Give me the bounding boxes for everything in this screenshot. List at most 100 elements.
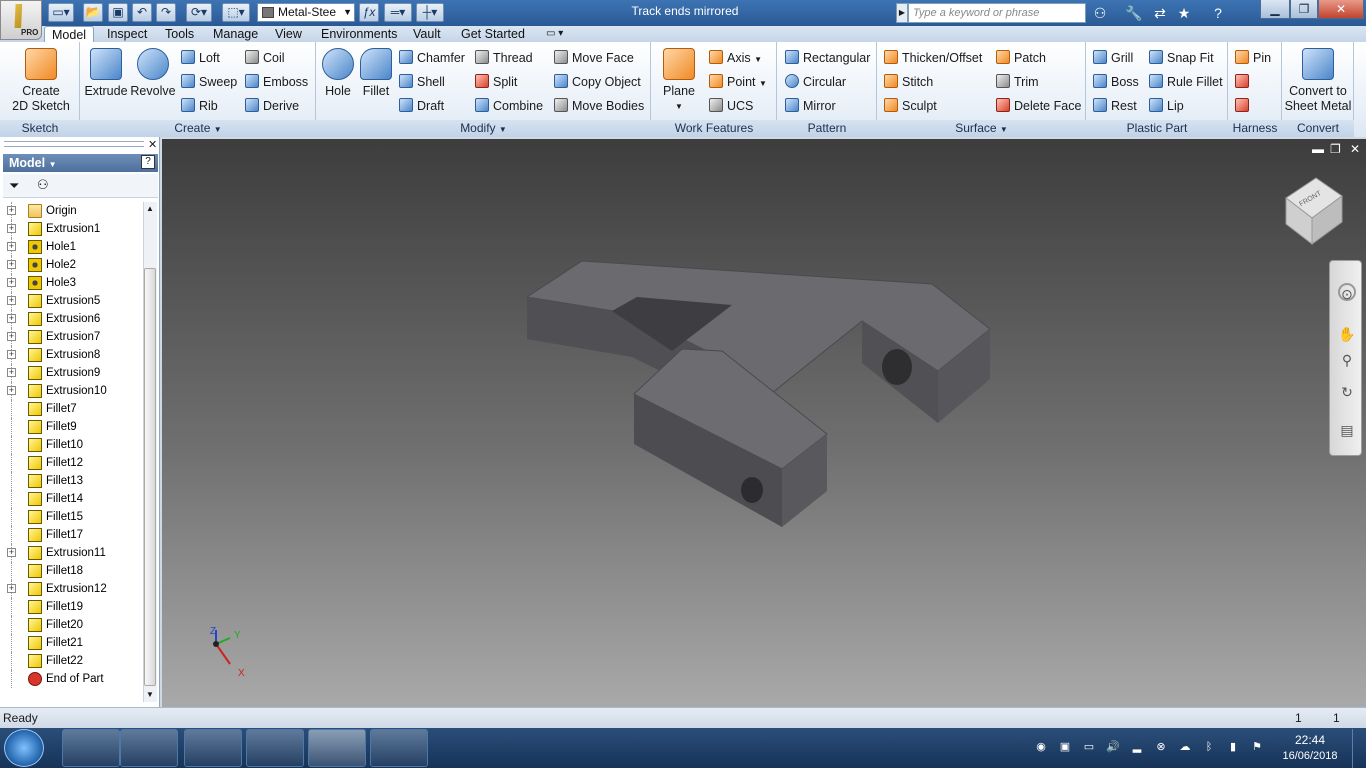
pan-hand-icon[interactable]: ✋: [1338, 325, 1356, 343]
look-at-icon[interactable]: ▤: [1338, 421, 1356, 439]
tray-cloud-icon[interactable]: ☁: [1178, 740, 1192, 754]
revolve-button[interactable]: Revolve: [130, 48, 176, 99]
tree-node[interactable]: + Origin: [3, 202, 141, 220]
ucs-button[interactable]: UCS: [709, 98, 753, 114]
taskbar-network-icon[interactable]: [370, 729, 428, 767]
tray-bluetooth-icon[interactable]: ᛒ: [1202, 740, 1216, 754]
rib-button[interactable]: Rib: [181, 98, 218, 114]
part-model[interactable]: [162, 139, 1366, 707]
taskbar-file-explorer-icon[interactable]: [62, 729, 120, 767]
trim-button[interactable]: Trim: [996, 74, 1039, 90]
tree-node[interactable]: End of Part: [3, 670, 141, 688]
tree-node[interactable]: Fillet20: [3, 616, 141, 634]
tree-node[interactable]: Fillet14: [3, 490, 141, 508]
tree-node[interactable]: + Extrusion8: [3, 346, 141, 364]
move-bodies-button[interactable]: Move Bodies: [554, 98, 644, 114]
tree-node[interactable]: + Extrusion1: [3, 220, 141, 238]
stitch-button[interactable]: Stitch: [884, 74, 933, 90]
binoculars-icon[interactable]: ⚇: [37, 177, 49, 193]
rest-button[interactable]: Rest: [1093, 98, 1137, 114]
tree-node[interactable]: Fillet10: [3, 436, 141, 454]
maximize-button[interactable]: ❐: [1290, 0, 1318, 19]
tab-tools[interactable]: Tools: [158, 26, 201, 43]
sculpt-button[interactable]: Sculpt: [884, 98, 937, 114]
tray-action-center-icon[interactable]: ⚑: [1250, 740, 1264, 754]
expand-icon[interactable]: +: [7, 278, 16, 287]
harness-tool-3-button[interactable]: [1235, 98, 1253, 114]
redo-icon[interactable]: ↷: [156, 3, 176, 22]
tree-node[interactable]: + Extrusion10: [3, 382, 141, 400]
wrench-icon[interactable]: 🔧: [1124, 4, 1144, 22]
tab-inspect[interactable]: Inspect: [100, 26, 154, 43]
tab-model[interactable]: Model: [44, 26, 95, 43]
grill-button[interactable]: Grill: [1093, 50, 1133, 66]
boss-button[interactable]: Boss: [1093, 74, 1139, 90]
tree-node[interactable]: + Extrusion7: [3, 328, 141, 346]
circular-pattern-button[interactable]: Circular: [785, 74, 846, 90]
rule-fillet-button[interactable]: Rule Fillet: [1149, 74, 1223, 90]
start-button[interactable]: [4, 729, 44, 767]
binoculars-icon[interactable]: ⚇: [1090, 4, 1110, 22]
shell-button[interactable]: Shell: [399, 74, 445, 90]
tree-node[interactable]: Fillet13: [3, 472, 141, 490]
thicken-offset-button[interactable]: Thicken/Offset: [884, 50, 982, 66]
tray-display-icon[interactable]: ▣: [1058, 740, 1072, 754]
tree-node[interactable]: Fillet18: [3, 562, 141, 580]
parameters-fx-icon[interactable]: ƒx: [359, 3, 379, 22]
tab-environments[interactable]: Environments: [314, 26, 404, 43]
expand-icon[interactable]: +: [7, 206, 16, 215]
browser-grip[interactable]: [4, 141, 144, 147]
update-icon[interactable]: ⟳▾: [186, 3, 212, 22]
tree-node[interactable]: + Extrusion6: [3, 310, 141, 328]
minimize-button[interactable]: ▁: [1260, 0, 1290, 19]
star-icon[interactable]: ★: [1174, 4, 1194, 22]
tree-node[interactable]: Fillet21: [3, 634, 141, 652]
material-dropdown[interactable]: Metal-Stee ▼: [257, 3, 355, 22]
tab-manage[interactable]: Manage: [206, 26, 265, 43]
draft-button[interactable]: Draft: [399, 98, 444, 114]
application-menu-button[interactable]: PRO: [0, 0, 42, 40]
tree-node[interactable]: + Hole3: [3, 274, 141, 292]
move-face-button[interactable]: Move Face: [554, 50, 634, 66]
ribbon-options-icon[interactable]: ▭ ▾: [546, 28, 563, 39]
expand-icon[interactable]: +: [7, 296, 16, 305]
show-desktop-button[interactable]: [1352, 729, 1366, 768]
convert-to-sheet-metal-button[interactable]: Convert to Sheet Metal: [1284, 48, 1352, 114]
viewcube[interactable]: FRONT: [1284, 176, 1344, 246]
combine-button[interactable]: Combine: [475, 98, 543, 114]
extrude-button[interactable]: Extrude: [84, 48, 128, 99]
tree-node[interactable]: + Extrusion5: [3, 292, 141, 310]
tree-node[interactable]: Fillet17: [3, 526, 141, 544]
panel-title-create[interactable]: Create ▼: [80, 120, 316, 137]
new-file-icon[interactable]: ▭▾: [48, 3, 74, 22]
expand-icon[interactable]: +: [7, 224, 16, 233]
expand-icon[interactable]: +: [7, 350, 16, 359]
delete-face-button[interactable]: Delete Face: [996, 98, 1081, 114]
split-button[interactable]: Split: [475, 74, 517, 90]
coil-button[interactable]: Coil: [245, 50, 285, 66]
expand-icon[interactable]: +: [7, 242, 16, 251]
pin-button[interactable]: Pin: [1235, 50, 1271, 66]
tray-signal-icon[interactable]: ▂: [1130, 740, 1144, 754]
tray-security-icon[interactable]: ◉: [1034, 740, 1048, 754]
axis-button[interactable]: Axis ▼: [709, 50, 762, 68]
taskbar-chrome-icon[interactable]: [184, 729, 242, 767]
tree-node[interactable]: Fillet15: [3, 508, 141, 526]
measure-icon[interactable]: ═▾: [384, 3, 412, 22]
tree-node[interactable]: Fillet12: [3, 454, 141, 472]
expand-icon[interactable]: +: [7, 584, 16, 593]
hole-button[interactable]: Hole: [320, 48, 356, 99]
tab-vault[interactable]: Vault: [406, 26, 448, 43]
expand-icon[interactable]: +: [7, 548, 16, 557]
rectangular-pattern-button[interactable]: Rectangular: [785, 50, 870, 66]
browser-close-icon[interactable]: ✕: [148, 138, 157, 151]
tray-monitor-icon[interactable]: ▭: [1082, 740, 1096, 754]
taskbar-monitor-icon[interactable]: [246, 729, 304, 767]
copy-object-button[interactable]: Copy Object: [554, 74, 641, 90]
zoom-icon[interactable]: ⚲: [1338, 351, 1356, 369]
tree-node[interactable]: + Extrusion11: [3, 544, 141, 562]
mirror-button[interactable]: Mirror: [785, 98, 836, 114]
panel-title-surface[interactable]: Surface ▼: [877, 120, 1086, 137]
tree-node[interactable]: + Extrusion9: [3, 364, 141, 382]
tray-disconnected-icon[interactable]: ⊗: [1154, 740, 1168, 754]
